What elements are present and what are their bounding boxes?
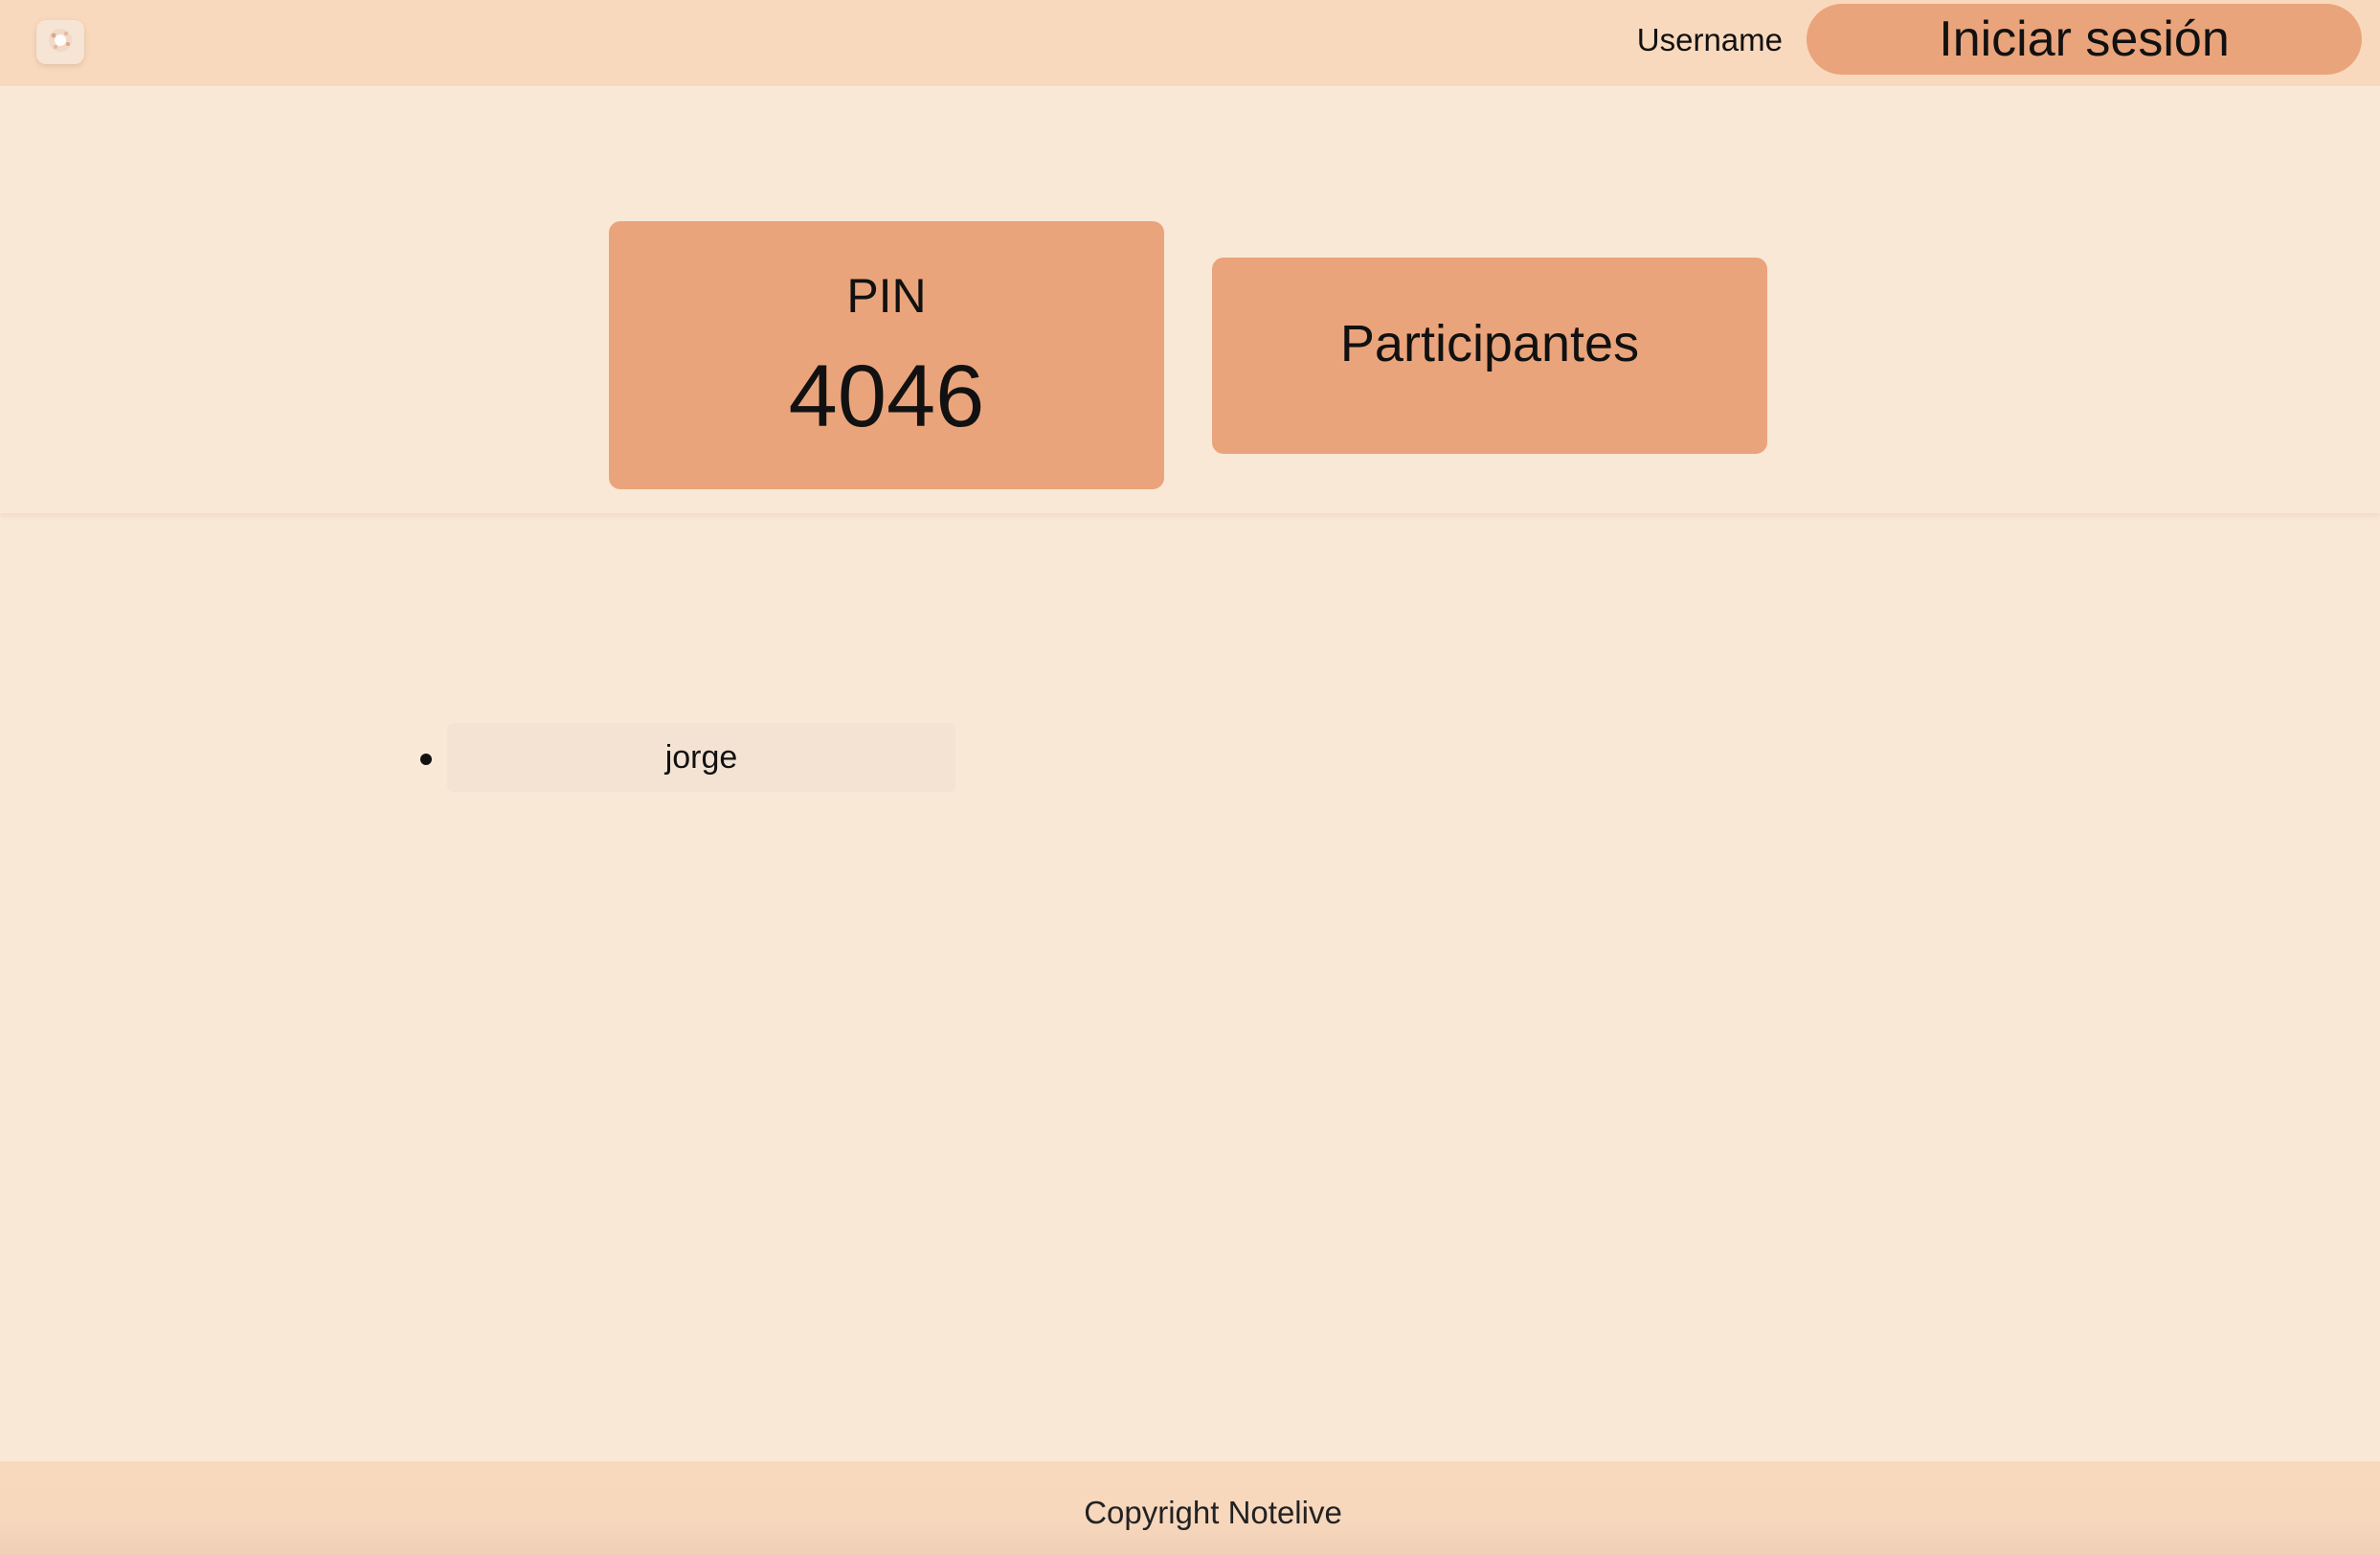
palette-logo-icon <box>44 24 77 61</box>
participants-label: Participantes <box>1339 315 1640 372</box>
footer: Copyright Notelive <box>0 1461 2380 1555</box>
copyright-text: Copyright Notelive <box>1084 1495 1342 1530</box>
login-button[interactable]: Iniciar sesión <box>1807 4 2362 75</box>
app-logo[interactable] <box>36 20 84 64</box>
username-label: Username <box>1636 22 1783 57</box>
pin-card: PIN 4046 <box>609 221 1164 489</box>
participants-button[interactable]: Participantes <box>1212 258 1767 454</box>
pin-label: PIN <box>846 269 927 323</box>
bullet-icon <box>420 754 432 765</box>
participant-name: jorge <box>447 723 955 792</box>
session-hero-section <box>0 86 2380 513</box>
top-nav-bar: Username Iniciar sesión <box>0 0 2380 86</box>
pin-value: 4046 <box>788 348 985 445</box>
